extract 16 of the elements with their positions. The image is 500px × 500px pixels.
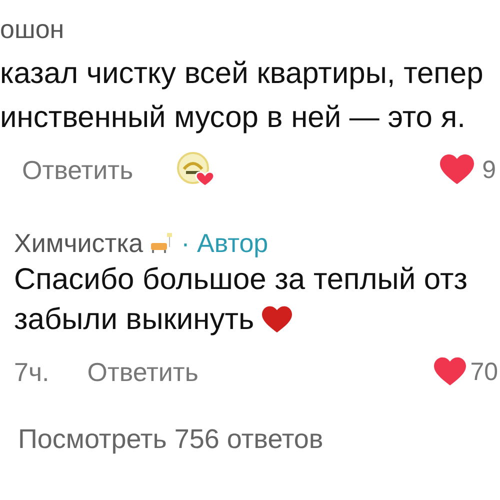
reply-link[interactable]: Ответить bbox=[87, 359, 198, 385]
like-icon[interactable] bbox=[434, 356, 466, 388]
reply-text: Спасибо большое за теплый отз bbox=[14, 262, 468, 298]
reply-time: 7ч. bbox=[14, 359, 50, 385]
like-count: 70 bbox=[470, 360, 498, 384]
reply-text: забыли выкинуть bbox=[14, 302, 254, 338]
comment-text: казал чистку всей квартиры, тепер инственный мусор в ней — это я. bbox=[0, 56, 484, 136]
sticker-icon[interactable] bbox=[175, 152, 216, 188]
like-icon[interactable] bbox=[440, 153, 474, 187]
heart-icon bbox=[262, 306, 292, 334]
reply-link[interactable]: Ответить bbox=[22, 157, 134, 183]
author-label: · Автор bbox=[181, 230, 268, 256]
comment-author[interactable]: ошон bbox=[0, 14, 64, 44]
reply-author[interactable]: Химчистка bbox=[14, 230, 144, 256]
view-replies-link[interactable]: Посмотреть 756 ответов bbox=[18, 424, 324, 454]
like-count: 9 bbox=[482, 158, 496, 182]
